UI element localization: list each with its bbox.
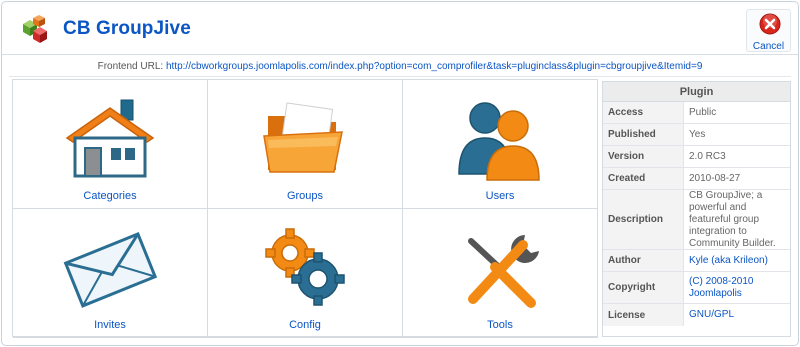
plugin-info-table: Plugin Access Public Published Yes Versi… — [602, 81, 791, 337]
menu-item-categories[interactable]: Categories — [13, 80, 208, 209]
info-row-description: Description CB GroupJive; a powerful and… — [603, 190, 790, 250]
info-key: Description — [603, 190, 684, 249]
info-key: Published — [603, 124, 684, 145]
info-key: License — [603, 304, 684, 326]
menu-item-groups[interactable]: Groups — [208, 80, 403, 209]
menu-label-groups: Groups — [286, 190, 324, 202]
info-key: Version — [603, 146, 684, 167]
copyright-link[interactable]: (C) 2008-2010 Joomlapolis — [689, 276, 786, 300]
cancel-button[interactable]: Cancel — [746, 9, 791, 52]
info-key: Author — [603, 250, 684, 271]
info-value: Yes — [689, 128, 706, 140]
info-key: Access — [603, 102, 684, 123]
gears-icon — [265, 228, 345, 306]
info-value: CB GroupJive; a powerful and featureful … — [689, 189, 776, 249]
cancel-label: Cancel — [752, 41, 785, 52]
colored-cubes-icon — [23, 15, 47, 43]
menu-item-tools[interactable]: Tools — [403, 209, 598, 338]
house-icon — [65, 99, 155, 178]
toolbar-header: CB GroupJive Cancel — [2, 2, 798, 55]
author-link[interactable]: Kyle (aka Krileon) — [689, 255, 768, 267]
info-row-access: Access Public — [603, 102, 790, 124]
frontend-url-bar: Frontend URL: http://cbworkgroups.joomla… — [9, 57, 791, 77]
plugin-panel: CB GroupJive Cancel Frontend URL: http:/… — [1, 1, 799, 346]
info-value: Public — [689, 106, 717, 118]
users-icon — [458, 102, 540, 181]
menu-item-users[interactable]: Users — [403, 80, 598, 209]
menu-item-invites[interactable]: Invites — [13, 209, 208, 338]
info-row-created: Created 2010-08-27 — [603, 168, 790, 190]
info-row-copyright: Copyright (C) 2008-2010 Joomlapolis — [603, 272, 790, 304]
info-row-published: Published Yes — [603, 124, 790, 146]
menu-label-invites: Invites — [94, 319, 126, 331]
menu-grid: Categories Groups Users Invites Config T… — [12, 79, 598, 338]
frontend-url-label: Frontend URL: — [97, 61, 164, 72]
info-key: Copyright — [603, 272, 684, 303]
menu-label-categories: Categories — [83, 190, 137, 202]
frontend-url-link[interactable]: http://cbworkgroups.joomlapolis.com/inde… — [166, 61, 702, 72]
info-value: 2010-08-27 — [689, 172, 741, 184]
plugin-info-heading: Plugin — [603, 82, 790, 102]
license-link[interactable]: GNU/GPL — [689, 309, 734, 321]
info-row-author: Author Kyle (aka Krileon) — [603, 250, 790, 272]
menu-label-users: Users — [485, 190, 515, 202]
info-row-version: Version 2.0 RC3 — [603, 146, 790, 168]
info-key: Created — [603, 168, 684, 189]
info-value: 2.0 RC3 — [689, 150, 726, 162]
envelope-icon — [63, 232, 158, 308]
folder-icon — [263, 102, 343, 173]
red-x-circle-icon — [759, 13, 781, 35]
info-row-license: License GNU/GPL — [603, 304, 790, 326]
page-title: CB GroupJive — [63, 18, 191, 39]
menu-item-config[interactable]: Config — [208, 209, 403, 338]
tools-icon — [468, 235, 539, 308]
menu-label-config: Config — [289, 319, 321, 331]
menu-label-tools: Tools — [487, 319, 513, 331]
